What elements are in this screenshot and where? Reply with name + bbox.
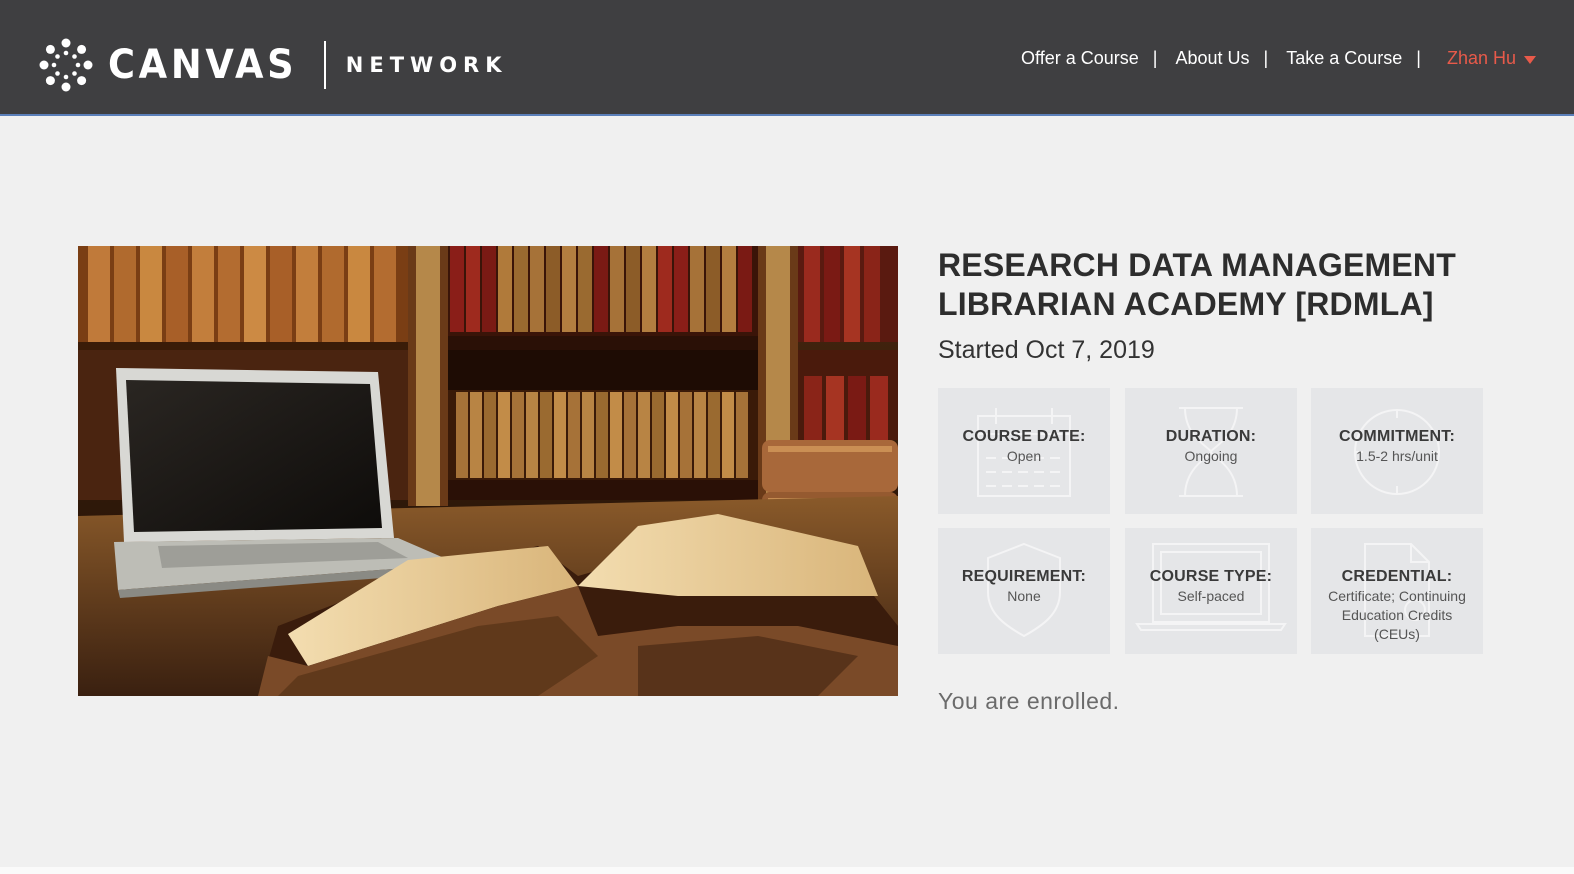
site-header: CANVAS NETWORK Offer a Course | About Us… — [0, 0, 1574, 116]
detail-course-type: COURSE TYPE: Self-paced — [1125, 528, 1297, 654]
chevron-down-icon — [1524, 55, 1536, 64]
detail-course-date: COURSE DATE: Open — [938, 388, 1110, 514]
user-menu[interactable]: Zhan Hu — [1447, 48, 1536, 69]
detail-label: DURATION: — [1165, 428, 1257, 445]
detail-value: Ongoing — [1184, 448, 1238, 464]
detail-value: Open — [1006, 448, 1042, 464]
main-nav: Offer a Course | About Us | Take a Cours… — [1021, 48, 1536, 69]
course-title: RESEARCH DATA MANAGEMENT LIBRARIAN ACADE… — [938, 247, 1456, 322]
nav-separator: | — [1263, 48, 1269, 68]
user-name: Zhan Hu — [1446, 48, 1516, 68]
detail-label: CREDENTIAL: — [1341, 568, 1453, 585]
logo-divider — [323, 41, 326, 89]
nav-about-us[interactable]: About Us — [1175, 48, 1249, 69]
canvas-network-logo[interactable]: CANVAS NETWORK — [38, 36, 508, 94]
detail-label: COMMITMENT: — [1339, 428, 1455, 445]
detail-label: COURSE DATE: — [962, 428, 1086, 445]
logo-network-text: NETWORK — [345, 53, 508, 77]
canvas-logo-icon — [39, 38, 93, 92]
nav-take-a-course[interactable]: Take a Course — [1286, 48, 1402, 69]
detail-label: REQUIREMENT: — [961, 568, 1087, 585]
detail-credential: CREDENTIAL: Certificate; Continuing Educ… — [1311, 528, 1483, 654]
detail-value: None — [1007, 588, 1041, 604]
logo-wordmark: CANVAS — [108, 42, 298, 88]
nav-separator: | — [1416, 48, 1421, 68]
detail-duration: DURATION: Ongoing — [1125, 388, 1297, 514]
nav-separator: | — [1152, 48, 1158, 68]
course-image — [78, 246, 898, 696]
detail-label: COURSE TYPE: — [1149, 568, 1273, 585]
detail-value: Certificate; Continuing Education Credit… — [1328, 588, 1466, 642]
course-start-date: Started Oct 7, 2019 — [938, 336, 1155, 364]
detail-requirement: REQUIREMENT: None — [938, 528, 1110, 654]
detail-commitment: COMMITMENT: 1.5-2 hrs/unit — [1311, 388, 1483, 514]
page-footer-edge — [0, 867, 1574, 874]
enrollment-status: You are enrolled. — [938, 688, 1120, 714]
detail-value: 1.5-2 hrs/unit — [1356, 448, 1438, 464]
library-books-laptop-photo — [78, 246, 898, 696]
nav-offer-a-course[interactable]: Offer a Course — [1021, 48, 1139, 69]
detail-value: Self-paced — [1177, 588, 1245, 604]
